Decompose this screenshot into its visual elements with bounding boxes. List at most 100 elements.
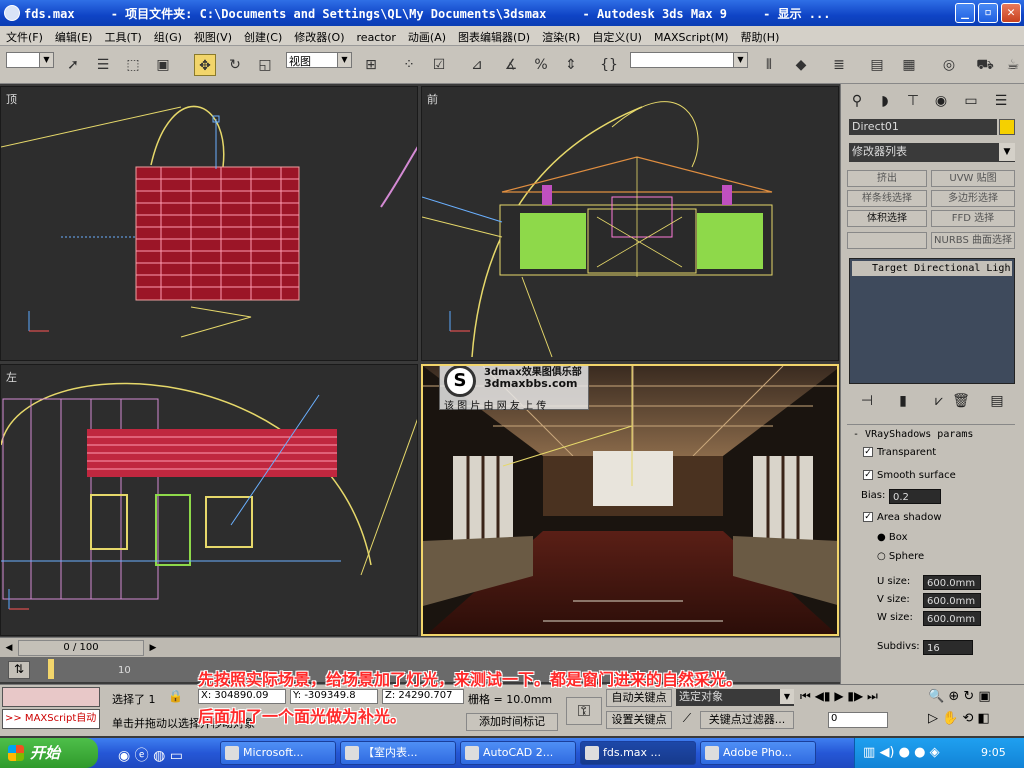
selected-object-dropdown[interactable]: 选定对象 ▼ (676, 689, 794, 706)
layer-manager-icon[interactable]: ≣ (828, 54, 850, 76)
current-frame-field[interactable]: 0 (828, 712, 888, 728)
angle-snap-icon[interactable]: ∡ (500, 54, 522, 76)
viewport-left[interactable]: 左 (0, 364, 418, 636)
key-icon[interactable]: ⚿ (566, 697, 602, 725)
modifier-button-uvw-map[interactable]: UVW 贴图 (931, 170, 1015, 187)
clock[interactable]: 9:05 (981, 746, 1006, 759)
align-icon[interactable]: ◆ (790, 54, 812, 76)
zoom-icon[interactable]: 🔍 (928, 689, 944, 704)
named-selection-combo[interactable]: ▼ (630, 52, 748, 68)
next-frame-icon[interactable]: ▮▶ (847, 689, 863, 703)
window-crossing-icon[interactable]: ▣ (152, 54, 174, 76)
minimize-button[interactable]: _ (955, 3, 975, 23)
go-to-end-icon[interactable]: ⏭ (867, 689, 878, 703)
open-mini-curve-editor-icon[interactable]: ⇅ (8, 661, 30, 679)
modify-tab-icon[interactable]: ◗ (873, 90, 897, 112)
lock-selection-icon[interactable]: 🔒 (168, 689, 183, 703)
menu-group[interactable]: 组(G) (148, 26, 188, 45)
time-slider[interactable]: ◀ 0 / 100 ▶ (0, 637, 840, 657)
reference-coord-combo[interactable]: 视图 ▼ (286, 52, 352, 68)
modifier-button-nurbs-select[interactable]: NURBS 曲面选择 (931, 232, 1015, 249)
menu-modifiers[interactable]: 修改器(O) (288, 26, 350, 45)
create-tab-icon[interactable]: ⚲ (845, 90, 869, 112)
pivot-icon[interactable]: ⊞ (360, 54, 382, 76)
modifier-button-poly-select[interactable]: 多边形选择 (931, 190, 1015, 207)
pan-icon[interactable]: ✋ (942, 711, 958, 726)
motion-tab-icon[interactable]: ◉ (929, 90, 953, 112)
y-coordinate-field[interactable]: Y: -309349.8 (290, 689, 378, 704)
show-desktop-icon[interactable]: ▭ (170, 748, 183, 764)
menu-customize[interactable]: 自定义(U) (586, 26, 648, 45)
area-shadow-checkbox[interactable]: ✓ Area shadow (863, 512, 942, 523)
configure-sets-icon[interactable]: ▤ (985, 390, 1009, 412)
fov-icon[interactable]: ▷ (928, 711, 938, 726)
menu-views[interactable]: 视图(V) (188, 26, 238, 45)
menu-maxscript[interactable]: MAXScript(M) (648, 28, 735, 44)
box-radio[interactable]: ● Box (877, 532, 908, 543)
percent-snap-icon[interactable]: % (530, 54, 552, 76)
frame-counter[interactable]: 0 / 100 (18, 640, 144, 656)
spinner-snap-icon[interactable]: ⇕ (560, 54, 582, 76)
network-icon[interactable]: ▥ (863, 745, 875, 760)
menu-help[interactable]: 帮助(H) (735, 26, 786, 45)
menu-animation[interactable]: 动画(A) (402, 26, 452, 45)
menu-file[interactable]: 文件(F) (0, 26, 49, 45)
rollout-title[interactable]: - VRayShadows params (853, 429, 973, 440)
modifier-list-dropdown[interactable]: 修改器列表 ▼ (849, 143, 1015, 162)
close-button[interactable]: ✕ (1001, 3, 1021, 23)
key-filters-button[interactable]: 关键点过滤器... (700, 711, 794, 729)
add-time-tag-button[interactable]: 添加时间标记 (466, 713, 558, 731)
orbit-icon[interactable]: ↻ (963, 689, 974, 704)
render-scene-icon[interactable]: ⛟ (974, 54, 996, 76)
edit-named-selection-icon[interactable]: {} (598, 54, 620, 76)
pin-stack-icon[interactable]: ⊣ (855, 390, 879, 412)
v-size-spinner[interactable]: 600.0mm (923, 593, 981, 608)
bias-spinner[interactable]: 0.2 (889, 489, 941, 504)
utilities-tab-icon[interactable]: ☰ (989, 90, 1013, 112)
maxscript-mini-listener[interactable]: >> MAXScript自动 (2, 709, 100, 729)
select-rotate-icon[interactable]: ↻ (224, 54, 246, 76)
schematic-view-icon[interactable]: ▦ (898, 54, 920, 76)
browser-icon[interactable]: ◉ (118, 748, 130, 764)
set-key-button[interactable]: 设置关键点 (606, 711, 672, 729)
antivirus-icon[interactable]: ◈ (930, 745, 940, 760)
smooth-surface-checkbox[interactable]: ✓ Smooth surface (863, 470, 956, 481)
modifier-button-vol-select[interactable]: 体积选择 (847, 210, 927, 227)
modifier-button-spline-select[interactable]: 样条线选择 (847, 190, 927, 207)
select-by-name-icon[interactable]: ☰ (92, 54, 114, 76)
menu-edit[interactable]: 编辑(E) (49, 26, 99, 45)
select-scale-icon[interactable]: ◱ (254, 54, 276, 76)
object-name-field[interactable]: Direct01 (849, 119, 997, 135)
zoom-all-icon[interactable]: ⊕ (948, 689, 959, 704)
app-icon[interactable] (4, 5, 20, 21)
curve-editor-icon[interactable]: ▤ (866, 54, 888, 76)
make-unique-icon[interactable]: ⩗ (927, 390, 951, 412)
qq-icon[interactable]: ● (899, 745, 910, 760)
maximize-button[interactable]: ▫ (978, 3, 998, 23)
show-end-result-icon[interactable]: ▮ (891, 390, 915, 412)
subdivs-spinner[interactable]: 16 (923, 640, 973, 655)
quick-render-icon[interactable]: ☕ (1002, 54, 1024, 76)
material-editor-icon[interactable]: ◎ (938, 54, 960, 76)
menu-create[interactable]: 创建(C) (238, 26, 288, 45)
media-icon[interactable]: ◍ (153, 748, 165, 764)
modifier-button-extrude[interactable]: 挤出 (847, 170, 927, 187)
checkbox-icon[interactable]: ☑ (428, 54, 450, 76)
arc-rotate-icon[interactable]: ⟲ (962, 711, 973, 726)
modifier-button-ffd-select[interactable]: FFD 选择 (931, 210, 1015, 227)
chevron-right-icon[interactable]: ▶ (146, 640, 160, 656)
viewport-perspective[interactable]: S 3dmax效果图俱乐部 3dmaxbbs.com 该 图 片 由 网 友 上… (421, 364, 839, 636)
remove-modifier-icon[interactable]: 🗑 (949, 390, 973, 412)
z-coordinate-field[interactable]: Z: 24290.707 (382, 689, 464, 704)
go-to-start-icon[interactable]: ⏮ (800, 689, 811, 703)
task-autocad[interactable]: AutoCAD 2... (460, 741, 576, 765)
object-color-swatch[interactable] (999, 119, 1015, 135)
task-photoshop[interactable]: Adobe Pho... (700, 741, 816, 765)
qq2-icon[interactable]: ● (914, 745, 925, 760)
menu-reactor[interactable]: reactor (351, 28, 402, 44)
chevron-left-icon[interactable]: ◀ (2, 640, 16, 656)
selection-filter-combo[interactable]: ▼ (6, 52, 54, 68)
hierarchy-tab-icon[interactable]: ⊤ (901, 90, 925, 112)
mirror-icon[interactable]: ⫴ (758, 54, 780, 76)
task-interior-table[interactable]: 【室内表... (340, 741, 456, 765)
